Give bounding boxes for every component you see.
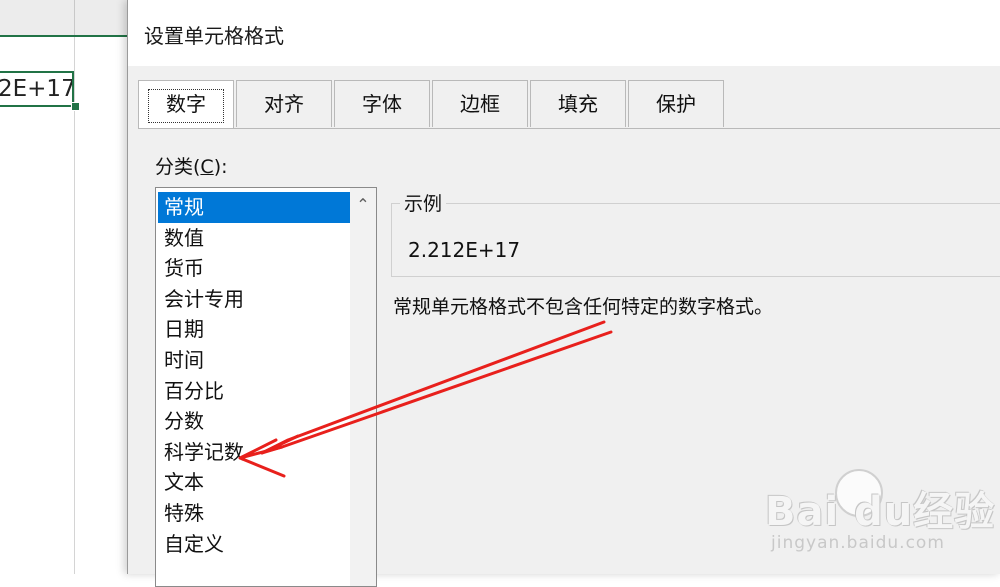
- watermark-url: jingyan.baidu.com: [771, 533, 945, 553]
- baidu-watermark: Bai du经验 jingyan.baidu.com: [765, 463, 1000, 574]
- arrow-icon: [238, 320, 613, 478]
- arrow-shaft: [260, 320, 613, 455]
- arrow-head: [238, 434, 300, 478]
- watermark-brand: Bai du经验: [765, 489, 996, 535]
